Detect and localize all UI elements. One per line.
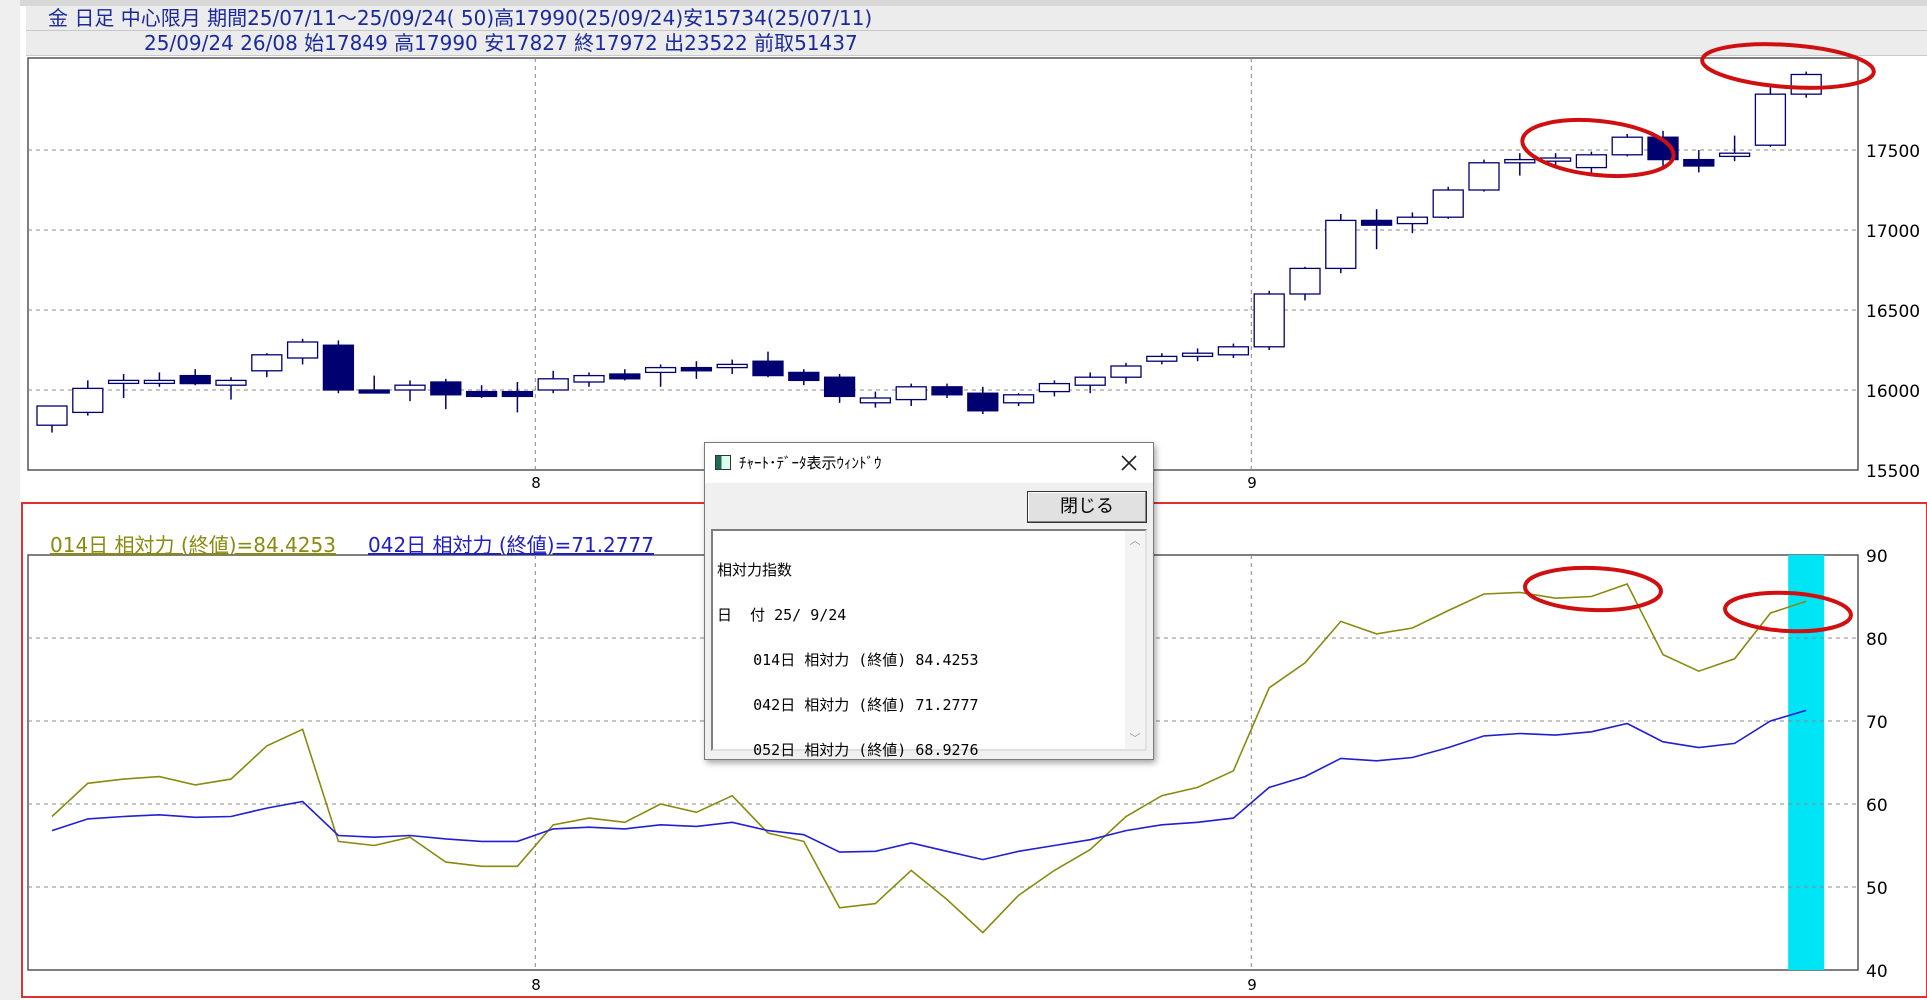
candle-body [788, 371, 820, 382]
candle-body [1504, 158, 1536, 164]
candle-body [573, 374, 605, 383]
scroll-down-icon[interactable]: ﹀ [1129, 733, 1141, 745]
dialog-line: 日 付 25/ 9/24 [717, 606, 847, 624]
price-panel: 15500 16000 16500 17000 17500 8 9 [27, 57, 1920, 492]
candle-body [1074, 376, 1106, 386]
candle-body [1611, 136, 1643, 156]
candle-body [72, 387, 104, 414]
candle-body [609, 373, 641, 380]
candle-body [36, 405, 68, 426]
legend-rsi42: 042日 相対力 (終値)=71.2777 [368, 533, 654, 557]
candle-body [430, 381, 462, 396]
candle-body [1468, 162, 1500, 191]
candle-body [251, 354, 283, 372]
rsi-tick-label: 60 [1866, 796, 1888, 816]
dialog-text-content: 相対力指数 日 付 25/ 9/24 014日 相対力 (終値) 84.4253… [717, 533, 979, 788]
dialog-line: 042日 相対力 (終値) 71.2777 [717, 696, 979, 714]
rsi-x-tick-label: 8 [531, 976, 541, 994]
candle-body [1575, 154, 1608, 169]
selected-bar-highlight [1788, 555, 1825, 970]
rsi-tick-label: 70 [1866, 713, 1888, 733]
candle-body [322, 344, 355, 391]
candle-body [1790, 73, 1822, 95]
candle-body [1181, 352, 1214, 358]
dialog-line: 相対力指数 [717, 561, 793, 579]
candle-body [680, 366, 713, 372]
candle-body [143, 379, 176, 385]
candle-body [179, 374, 211, 385]
rsi-x-tick-label: 9 [1247, 976, 1257, 994]
candle-body [1360, 219, 1393, 226]
dialog-close-button[interactable]: 閉じる [1027, 491, 1147, 523]
app-icon [715, 455, 731, 470]
candle-body [1253, 293, 1285, 348]
candle-body [286, 341, 319, 359]
price-tick-label: 17500 [1866, 142, 1920, 162]
rsi-tick-label: 90 [1866, 547, 1888, 567]
candle-body [1396, 216, 1429, 225]
candle-body [215, 379, 247, 386]
close-icon[interactable] [1113, 447, 1145, 479]
price-tick-label: 16500 [1866, 302, 1920, 322]
price-x-tick-label: 9 [1247, 474, 1257, 492]
candle-body [1217, 346, 1250, 356]
rsi-tick-label: 80 [1866, 630, 1888, 650]
candle-body [501, 390, 534, 398]
candle-body [394, 384, 426, 391]
candle-body [823, 376, 856, 398]
candle-body [716, 363, 748, 369]
candle-body [967, 392, 999, 412]
price-tick-label: 16000 [1866, 382, 1920, 402]
chart-data-dialog[interactable]: ﾁｬｰﾄ･ﾃﾞｰﾀ表示ｳｨﾝﾄﾞｳ 閉じる 相対力指数 日 付 25/ 9/24… [704, 442, 1154, 760]
price-x-tick-label: 8 [531, 474, 541, 492]
candle-body [1038, 382, 1071, 393]
candle-body [1754, 93, 1787, 146]
candle-body [752, 360, 784, 377]
candle-body [859, 397, 892, 404]
candle-body [895, 386, 927, 401]
price-tick-label: 15500 [1866, 462, 1920, 482]
candle-body [537, 378, 569, 391]
candle-body [358, 389, 390, 394]
candle-body [1110, 365, 1142, 378]
dialog-scrollbar[interactable]: ︿ ﹀ [1125, 531, 1145, 749]
dialog-text-area[interactable]: 相対力指数 日 付 25/ 9/24 014日 相対力 (終値) 84.4253… [711, 529, 1147, 758]
candle-body [1325, 219, 1357, 270]
rsi-tick-label: 50 [1866, 879, 1888, 899]
dialog-line: 052日 相対力 (終値) 68.9276 [717, 741, 979, 759]
candle-body [465, 390, 498, 398]
scroll-up-icon[interactable]: ︿ [1129, 535, 1141, 547]
price-tick-label: 17000 [1866, 222, 1920, 242]
dialog-title: ﾁｬｰﾄ･ﾃﾞｰﾀ表示ｳｨﾝﾄﾞｳ [739, 454, 882, 472]
legend-rsi14: 014日 相対力 (終値)=84.4253 [50, 533, 336, 557]
candle-body [107, 379, 140, 385]
candle-body [1718, 152, 1751, 158]
candle-body [1289, 267, 1321, 295]
dialog-titlebar[interactable]: ﾁｬｰﾄ･ﾃﾞｰﾀ表示ｳｨﾝﾄﾞｳ [705, 443, 1153, 483]
dialog-line: 014日 相対力 (終値) 84.4253 [717, 651, 979, 669]
candle-body [1432, 189, 1464, 218]
candle-body [1683, 158, 1715, 167]
candle-body [1002, 394, 1035, 404]
rsi-tick-label: 40 [1866, 962, 1888, 982]
candle-body [644, 366, 677, 374]
candle-body [1146, 355, 1178, 362]
candle-body [931, 386, 963, 396]
